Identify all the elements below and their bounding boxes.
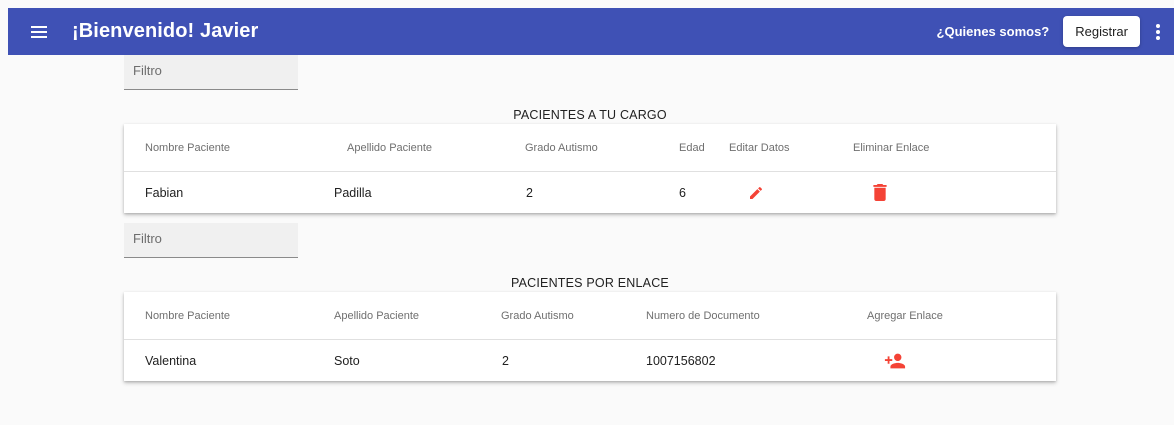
trash-icon[interactable]: [873, 184, 887, 201]
column-header: Numero de Documento: [646, 309, 760, 322]
cell-nombre: Valentina: [145, 353, 197, 368]
column-header: Agregar Enlace: [867, 309, 943, 322]
column-header: Nombre Paciente: [145, 309, 230, 322]
register-button[interactable]: Registrar: [1063, 16, 1140, 47]
column-header: Editar Datos: [729, 141, 790, 154]
column-header: Apellido Paciente: [347, 141, 433, 154]
more-vert-icon[interactable]: [1148, 17, 1168, 47]
section-title-cargo: PACIENTES A TU CARGO: [513, 108, 667, 122]
column-header: Grado Autismo: [525, 141, 598, 154]
column-header: Eliminar Enlace: [853, 141, 930, 154]
page-title: ¡Bienvenido! Javier: [72, 20, 259, 42]
column-header: Edad: [679, 141, 705, 154]
patients-by-link-table: Nombre Paciente Apellido Paciente Grado …: [124, 292, 1056, 381]
table-header-row: Nombre Paciente Apellido Paciente Grado …: [124, 292, 1056, 340]
filter-field-cargo[interactable]: Filtro: [124, 55, 298, 90]
table-header-row: Nombre Paciente Apellido Paciente Grado …: [124, 124, 1056, 172]
column-header: Apellido Paciente: [334, 309, 420, 322]
about-us-link[interactable]: ¿Quienes somos?: [937, 24, 1050, 39]
patients-in-charge-table: Nombre Paciente Apellido Paciente Grado …: [124, 124, 1056, 213]
top-toolbar: ¡Bienvenido! Javier ¿Quienes somos? Regi…: [8, 8, 1174, 55]
section-title-enlace: PACIENTES POR ENLACE: [511, 276, 669, 290]
person-add-icon[interactable]: [884, 353, 906, 369]
cell-grado: 2: [502, 353, 509, 368]
filter-field-enlace[interactable]: Filtro: [124, 223, 298, 258]
cell-documento: 1007156802: [646, 353, 716, 368]
column-header: Nombre Paciente: [145, 141, 230, 154]
cell-apellido: Padilla: [334, 185, 372, 200]
cell-nombre: Fabian: [145, 185, 184, 200]
table-row: Fabian Padilla 2 6: [124, 172, 1056, 213]
table-row: Valentina Soto 2 1007156802: [124, 340, 1056, 381]
cell-edad: 6: [679, 185, 686, 200]
pencil-icon[interactable]: [748, 185, 764, 201]
cell-grado: 2: [526, 185, 533, 200]
cell-apellido: Soto: [334, 353, 360, 368]
column-header: Grado Autismo: [501, 309, 574, 322]
menu-icon[interactable]: [24, 17, 54, 47]
